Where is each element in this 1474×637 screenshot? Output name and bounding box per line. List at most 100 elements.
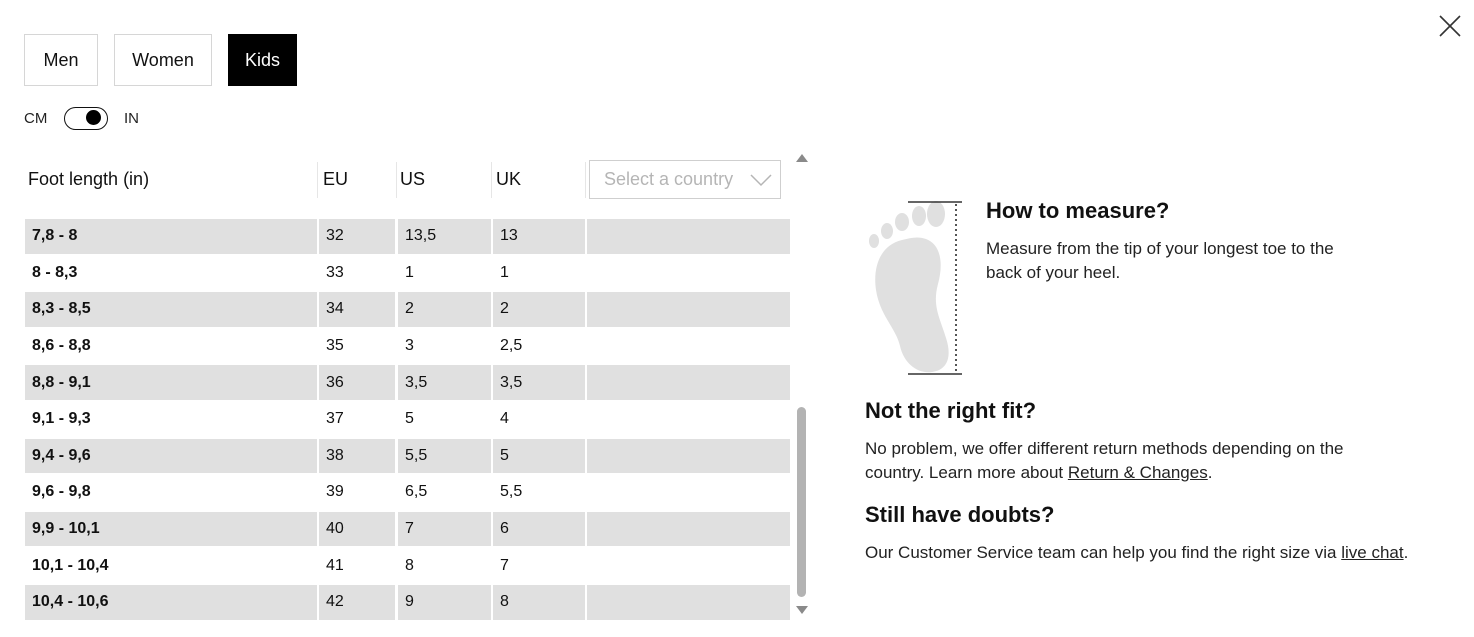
header-us: US (400, 169, 426, 189)
cell-country (587, 329, 790, 364)
doubts-text-main: Our Customer Service team can help you f… (865, 543, 1342, 562)
cell-eu: 32 (319, 219, 395, 254)
cell-us: 8 (405, 556, 414, 574)
tab-kids[interactable]: Kids (228, 34, 297, 86)
chevron-down-icon (750, 174, 772, 187)
cell-eu: 42 (319, 584, 395, 620)
cell-eu: 39 (326, 483, 344, 501)
cell-eu: 34 (319, 292, 395, 327)
still-have-doubts-text: Our Customer Service team can help you f… (865, 541, 1465, 565)
size-table: Foot length (in) EU US UK Select a count… (24, 150, 792, 620)
header-foot-length: Foot length (in) (28, 169, 150, 189)
table-row: 9,1 - 9,3 37 5 4 (24, 401, 792, 438)
cell-us: 5 (405, 410, 414, 428)
cell-uk: 5 (493, 438, 585, 474)
table-row: 8 - 8,3 33 1 1 (24, 255, 792, 292)
header-eu: EU (323, 169, 349, 189)
scrollbar-thumb[interactable] (797, 407, 806, 597)
cell-country (587, 402, 790, 437)
cell-us: 5,5 (398, 438, 491, 474)
cell-uk: 4 (500, 410, 509, 428)
cell-foot-length: 9,9 - 10,1 (25, 511, 317, 547)
header-divider (585, 162, 586, 198)
scroll-down-arrow-icon[interactable] (795, 604, 809, 616)
cell-country (587, 475, 790, 510)
cell-us: 2 (398, 292, 491, 327)
cell-foot-length: 7,8 - 8 (25, 219, 317, 254)
cell-foot-length: 9,4 - 9,6 (25, 438, 317, 474)
cell-foot-length: 9,6 - 9,8 (32, 483, 91, 501)
table-row: 8,8 - 9,1 36 3,5 3,5 (24, 364, 792, 401)
cell-eu: 41 (326, 556, 344, 574)
cell-us: 9 (398, 584, 491, 620)
tab-women[interactable]: Women (114, 34, 212, 86)
header-divider (396, 162, 397, 198)
close-button[interactable] (1436, 12, 1464, 40)
cell-country (587, 292, 790, 327)
doubts-text-end: . (1403, 543, 1409, 562)
header-divider (317, 162, 318, 198)
table-scrollbar[interactable] (795, 152, 809, 620)
cell-foot-length: 10,4 - 10,6 (25, 584, 317, 620)
cell-uk: 2 (493, 292, 585, 327)
cell-foot-length: 8,8 - 9,1 (25, 365, 317, 400)
tab-men[interactable]: Men (24, 34, 98, 86)
cell-country (587, 548, 790, 583)
cell-country (587, 365, 790, 400)
cell-eu: 40 (319, 511, 395, 547)
cell-eu: 33 (326, 263, 344, 281)
foot-icon (869, 201, 962, 375)
cell-uk: 8 (493, 584, 585, 620)
return-changes-link[interactable]: Return & Changes (1068, 463, 1208, 482)
table-header: Foot length (in) EU US UK Select a count… (24, 150, 792, 208)
country-select-placeholder: Select a country (604, 169, 734, 189)
close-icon (1439, 15, 1461, 37)
header-divider (491, 162, 492, 198)
switch-knob (86, 110, 101, 125)
cell-uk: 6 (493, 511, 585, 547)
cell-country (587, 584, 790, 620)
table-body: 7,8 - 8 32 1 3,5 1 3 8 - 8,3 33 1 1 8,3 - … (24, 218, 792, 620)
country-select[interactable]: Select a country (589, 160, 781, 199)
fit-text-end: . (1207, 462, 1213, 482)
cell-us: 1 (405, 263, 414, 281)
cell-us: 3 (405, 337, 414, 355)
cell-uk: 2,5 (500, 337, 523, 355)
unit-label-in: IN (124, 109, 139, 127)
table-row: 9,6 - 9,8 39 6,5 5,5 (24, 474, 792, 511)
cell-eu: 35 (326, 337, 344, 355)
unit-switch[interactable] (64, 106, 108, 130)
cell-country (587, 256, 790, 291)
cell-foot-length: 8,6 - 8,8 (32, 337, 91, 355)
cell-foot-length: 8 - 8,3 (32, 263, 78, 281)
cell-us: 3,5 (398, 365, 491, 400)
not-right-fit-title: Not the right fit? (865, 398, 1037, 423)
cell-eu: 38 (319, 438, 395, 474)
table-row: 9,4 - 9,6 38 5,5 5 (24, 438, 792, 475)
unit-toggle: CM IN (24, 106, 139, 130)
table-row: 8,6 - 8,8 35 3 2,5 (24, 328, 792, 365)
cell-uk: 5,5 (500, 483, 523, 501)
live-chat-link[interactable]: live chat (1341, 543, 1403, 562)
scroll-up-arrow-icon[interactable] (795, 152, 809, 164)
cell-eu: 37 (326, 410, 344, 428)
cell-country (587, 219, 790, 254)
not-right-fit-text: No problem, we offer different return me… (865, 437, 1385, 484)
cell-uk: 7 (500, 556, 509, 574)
cell-foot-length: 9,1 - 9,3 (32, 410, 91, 428)
header-uk: UK (496, 169, 522, 189)
cell-foot-length: 8,3 - 8,5 (25, 292, 317, 327)
how-to-measure-text: Measure from the tip of your longest toe… (986, 239, 1334, 282)
table-row: 10,4 - 10,6 42 9 8 (24, 584, 792, 620)
cell-us: 6,5 (405, 483, 428, 501)
size-category-tabs: Men Women Kids (24, 34, 297, 86)
table-row: 8,3 - 8,5 34 2 2 (24, 291, 792, 328)
table-row: 10,1 - 10,4 41 8 7 (24, 547, 792, 584)
cell-foot-length: 10,1 - 10,4 (32, 556, 109, 574)
table-row: 9,9 - 10,1 40 7 6 (24, 511, 792, 548)
cell-country (587, 511, 790, 547)
cell-uk: 1 (500, 263, 509, 281)
cell-country (587, 438, 790, 474)
cell-eu: 36 (319, 365, 395, 400)
unit-label-cm: CM (24, 109, 48, 127)
